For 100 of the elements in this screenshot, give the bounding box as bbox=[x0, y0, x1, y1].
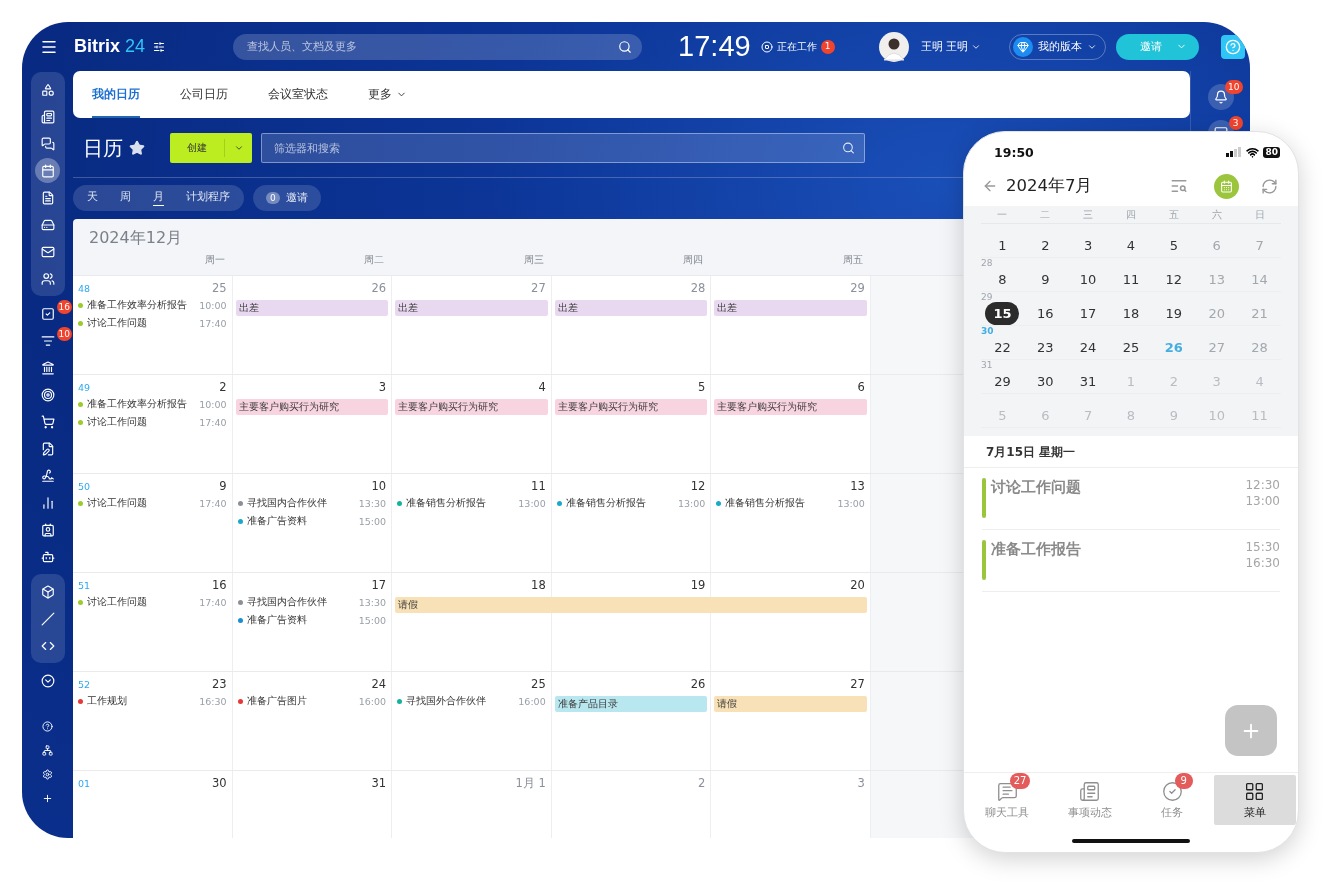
create-button[interactable]: 创建 bbox=[170, 133, 252, 163]
check-circle-icon bbox=[1161, 780, 1183, 802]
tab[interactable]: 公司日历 bbox=[180, 71, 228, 118]
day-number[interactable]: 2 bbox=[1028, 234, 1063, 257]
tab[interactable]: 我的日历 bbox=[92, 71, 140, 118]
day-number[interactable]: 17 bbox=[1071, 302, 1106, 325]
day-number[interactable]: 9 bbox=[1028, 268, 1063, 291]
event-title[interactable]: 讨论工作问题 bbox=[87, 595, 196, 609]
event-title[interactable]: 讨论工作问题 bbox=[87, 496, 196, 510]
date-number: 27 bbox=[850, 677, 865, 691]
week-number: 49 bbox=[78, 382, 91, 393]
refresh-icon[interactable] bbox=[1261, 177, 1278, 195]
work-status[interactable]: 正在工作 1 bbox=[760, 39, 835, 54]
event-title[interactable]: 准备工作效率分析报告 bbox=[87, 298, 196, 312]
day-number[interactable]: 31 bbox=[1071, 370, 1106, 393]
calendar-icon bbox=[40, 163, 55, 178]
day-number[interactable]: 1 bbox=[985, 234, 1020, 257]
tab[interactable]: 会议室状态 bbox=[268, 71, 328, 118]
date-number: 10 bbox=[371, 479, 387, 493]
day-number[interactable]: 11 bbox=[1114, 268, 1148, 291]
day-number[interactable]: 22 bbox=[985, 336, 1020, 359]
event-bar[interactable]: 主要客户购买行为研究 bbox=[395, 399, 548, 415]
day-number[interactable]: 29 bbox=[985, 370, 1020, 393]
day-number[interactable]: 24 bbox=[1071, 336, 1106, 359]
target-icon bbox=[40, 387, 55, 402]
view-tab[interactable]: 天 bbox=[87, 190, 98, 206]
event-title[interactable]: 准备广告资料 bbox=[246, 613, 355, 627]
sidebar-item[interactable] bbox=[35, 158, 60, 183]
event-title[interactable]: 准备销售分析报告 bbox=[565, 496, 674, 510]
building-icon bbox=[40, 360, 55, 375]
nav-tab[interactable]: 27 聊天工具 bbox=[966, 775, 1049, 825]
event-title[interactable]: 准备销售分析报告 bbox=[725, 496, 834, 510]
event-bar[interactable]: 出差 bbox=[554, 300, 708, 316]
day-number[interactable]: 19 bbox=[1156, 302, 1191, 325]
event-title[interactable]: 寻找国外合作伙伴 bbox=[406, 694, 515, 708]
event-bar[interactable]: 请假 bbox=[714, 696, 867, 712]
event-time: 16:00 bbox=[358, 695, 387, 707]
newspaper-icon bbox=[40, 109, 55, 124]
tab-label: 菜单 bbox=[1243, 804, 1266, 820]
logo[interactable]: Bitrix 24 bbox=[74, 36, 146, 57]
event-bar[interactable]: 出差 bbox=[395, 300, 548, 316]
day-number[interactable]: 12 bbox=[1156, 268, 1191, 291]
day-number[interactable]: 8 bbox=[985, 268, 1020, 291]
day-number[interactable]: 16 bbox=[1028, 302, 1063, 325]
day-number[interactable]: 30 bbox=[1028, 370, 1063, 393]
day-number[interactable]: 25 bbox=[1114, 336, 1148, 359]
user-name[interactable]: 王明 王明 bbox=[920, 39, 982, 54]
day-number[interactable]: 23 bbox=[1028, 336, 1063, 359]
event-title[interactable]: 讨论工作问题 bbox=[87, 316, 196, 330]
day-number[interactable]: 5 bbox=[1156, 234, 1191, 257]
week-number: 31 bbox=[981, 360, 993, 370]
event-title[interactable]: 准备销售分析报告 bbox=[406, 496, 515, 510]
invitations-button[interactable]: 0 邀请 bbox=[253, 185, 321, 211]
nav-tab[interactable]: 9 任务 bbox=[1131, 775, 1214, 825]
event-title[interactable]: 工作规划 bbox=[87, 694, 196, 708]
event-bar[interactable]: 请假 bbox=[395, 597, 867, 613]
week-number: 50 bbox=[78, 481, 91, 492]
event-bar[interactable]: 出差 bbox=[235, 300, 389, 316]
nav-tab[interactable]: 菜单 bbox=[1213, 775, 1296, 825]
event-time: 13:00 bbox=[677, 497, 706, 509]
date-number: 25 bbox=[211, 281, 227, 295]
event-title[interactable]: 讨论工作问题 bbox=[87, 415, 196, 429]
star-icon[interactable] bbox=[129, 140, 145, 156]
view-tab[interactable]: 月 bbox=[153, 190, 164, 206]
day-number[interactable]: 10 bbox=[1071, 268, 1106, 291]
event-title[interactable]: 准备工作效率分析报告 bbox=[87, 397, 196, 411]
status-time: 19:50 bbox=[994, 144, 1034, 160]
view-tab[interactable]: 计划程序 bbox=[186, 190, 230, 206]
event-start: 15:30 bbox=[1245, 540, 1280, 554]
week-number: 29 bbox=[981, 292, 993, 302]
event-bar[interactable]: 出差 bbox=[714, 300, 867, 316]
date-number: 19 bbox=[690, 578, 706, 592]
tab[interactable]: 更多 bbox=[368, 71, 407, 118]
view-tab[interactable]: 周 bbox=[120, 190, 131, 206]
weekday-label: 周三 bbox=[522, 253, 545, 267]
day-number[interactable]: 3 bbox=[1071, 234, 1106, 257]
event-bar[interactable]: 主要客户购买行为研究 bbox=[235, 399, 389, 415]
day-number[interactable]: 15 bbox=[985, 302, 1020, 325]
day-number[interactable]: 4 bbox=[1114, 234, 1148, 257]
sliders-icon[interactable] bbox=[153, 40, 166, 53]
event-title[interactable]: 准备广告资料 bbox=[246, 514, 355, 528]
date-number: 17 bbox=[371, 578, 387, 592]
avatar[interactable] bbox=[878, 31, 909, 62]
event-bar[interactable]: 主要客户购买行为研究 bbox=[554, 399, 708, 415]
event-time: 15:00 bbox=[358, 614, 387, 626]
date-number: 11 bbox=[531, 479, 546, 493]
agenda-date: 7月15日 星期一 bbox=[964, 436, 1298, 468]
event-bar[interactable]: 准备产品目录 bbox=[554, 696, 708, 712]
day-number[interactable]: 18 bbox=[1114, 302, 1148, 325]
help-button[interactable] bbox=[1221, 34, 1246, 59]
event-time: 13:00 bbox=[518, 497, 546, 509]
date-number: 2 bbox=[697, 776, 706, 790]
search-icon[interactable] bbox=[1170, 177, 1188, 195]
event-title[interactable]: 寻找国内合作伙伴 bbox=[246, 595, 355, 609]
count-badge: 3 bbox=[1228, 116, 1243, 130]
date-number: 3 bbox=[857, 776, 865, 790]
event-bar[interactable]: 主要客户购买行为研究 bbox=[714, 399, 867, 415]
event-title[interactable]: 寻找国内合作伙伴 bbox=[246, 496, 355, 510]
event-title[interactable]: 准备广告图片 bbox=[246, 694, 355, 708]
back-icon[interactable] bbox=[982, 178, 998, 194]
